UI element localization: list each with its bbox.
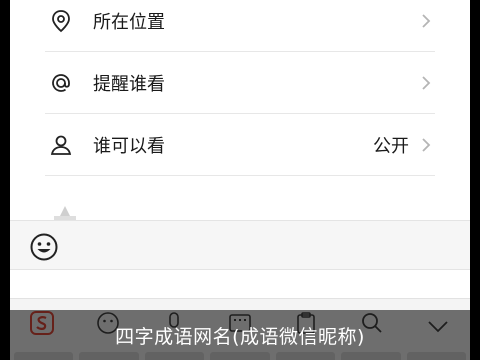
menu-row-label: 谁可以看 <box>93 135 165 157</box>
visibility-value: 公开 <box>373 135 409 157</box>
emoji-icon[interactable] <box>28 231 60 263</box>
at-sign-icon <box>47 69 75 97</box>
menu-row-label: 提醒谁看 <box>93 73 165 95</box>
location-pin-icon <box>47 7 75 35</box>
post-options-page: 所在位置 提醒谁看 谁可以看 公开 <box>10 0 470 360</box>
chevron-right-icon <box>422 137 431 152</box>
chevron-right-icon <box>422 13 431 28</box>
menu-row-visibility[interactable]: 谁可以看 公开 <box>45 114 435 176</box>
menu-row-mention[interactable]: 提醒谁看 <box>45 52 435 114</box>
menu-row-location[interactable]: 所在位置 <box>45 0 435 52</box>
person-icon <box>47 131 75 159</box>
menu-row-label: 所在位置 <box>93 11 165 33</box>
emoji-bar <box>10 220 470 270</box>
chevron-right-icon <box>422 75 431 90</box>
caption-text: 四字成语网名(成语微信昵称) <box>115 326 365 348</box>
